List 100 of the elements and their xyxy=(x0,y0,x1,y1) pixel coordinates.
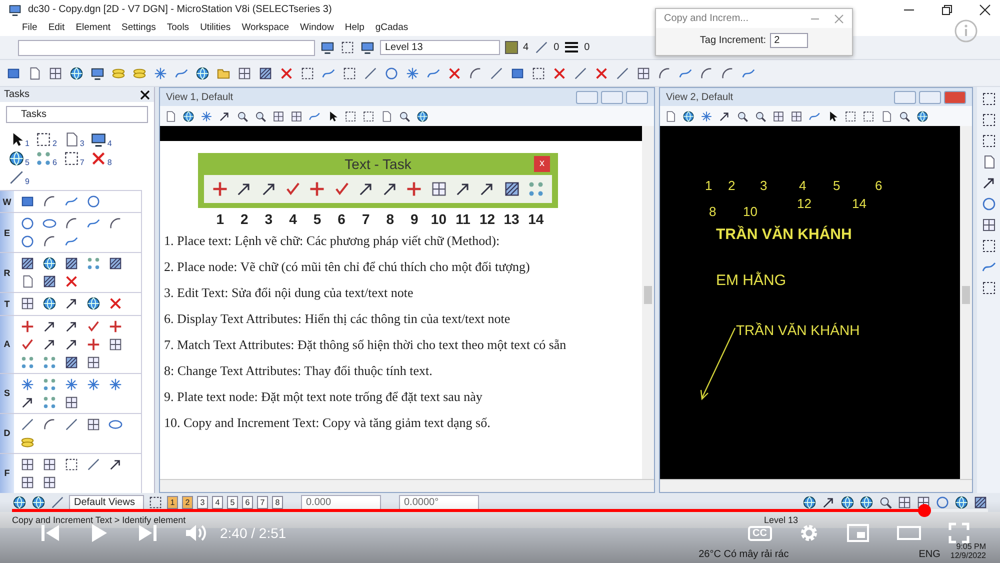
group-tab[interactable]: F xyxy=(0,454,14,493)
group-tab[interactable]: R xyxy=(0,253,14,292)
arrow-icon[interactable] xyxy=(718,110,731,123)
monitor-icon[interactable] xyxy=(90,66,105,81)
globe-icon[interactable] xyxy=(416,110,429,123)
group-tab[interactable]: S xyxy=(0,374,14,413)
color-swatch[interactable] xyxy=(505,41,518,54)
close-icon[interactable] xyxy=(978,2,992,17)
selection-icon[interactable] xyxy=(64,456,79,472)
globe-icon[interactable] xyxy=(954,495,969,510)
magnifier-icon[interactable] xyxy=(878,495,893,510)
scrollbar[interactable] xyxy=(960,126,972,479)
view-toggle[interactable]: 5 xyxy=(227,496,238,510)
grid-icon[interactable] xyxy=(20,456,35,472)
command-field[interactable] xyxy=(18,40,315,56)
cross-icon[interactable] xyxy=(279,66,294,81)
globe-icon[interactable] xyxy=(859,495,874,510)
grid-icon[interactable] xyxy=(86,354,101,370)
magnifier-icon[interactable] xyxy=(736,110,749,123)
view-toggle[interactable]: 7 xyxy=(257,496,268,510)
views-dropdown[interactable]: Default Views xyxy=(69,495,144,510)
group-tab[interactable]: W xyxy=(0,191,14,212)
globe-icon[interactable] xyxy=(31,495,46,510)
grid-icon[interactable] xyxy=(48,66,63,81)
monitor-icon[interactable] xyxy=(320,40,335,56)
dots-icon[interactable] xyxy=(20,354,35,370)
circle-icon[interactable] xyxy=(20,234,35,250)
page-icon[interactable] xyxy=(164,110,177,123)
page-icon[interactable] xyxy=(380,110,393,123)
line-icon[interactable] xyxy=(50,495,65,510)
cross-icon[interactable] xyxy=(447,66,462,81)
close-icon[interactable] xyxy=(140,90,150,100)
arrow-icon[interactable] xyxy=(821,495,836,510)
dots-icon[interactable] xyxy=(35,150,52,168)
star-icon[interactable] xyxy=(405,66,420,81)
circle-icon[interactable] xyxy=(384,66,399,81)
scrollbar[interactable] xyxy=(642,126,654,479)
selection-icon[interactable] xyxy=(62,150,80,168)
view-toggle[interactable]: 1 xyxy=(167,496,178,510)
menu-item[interactable]: Settings xyxy=(122,22,156,34)
line-icon[interactable] xyxy=(573,66,588,81)
selection-icon[interactable] xyxy=(300,66,315,81)
hatch-icon[interactable] xyxy=(20,256,35,272)
selection-icon[interactable] xyxy=(35,131,52,148)
grid-icon[interactable] xyxy=(20,474,35,490)
selection-icon[interactable] xyxy=(980,280,996,296)
selection-icon[interactable] xyxy=(862,110,875,123)
line-icon[interactable] xyxy=(20,416,35,432)
grid-icon[interactable] xyxy=(636,66,651,81)
globe-icon[interactable] xyxy=(182,110,195,123)
view-toggle[interactable]: 8 xyxy=(272,496,283,510)
globe-icon[interactable] xyxy=(8,150,25,168)
line-icon[interactable] xyxy=(534,40,549,56)
increment-field[interactable]: 2 xyxy=(770,33,808,48)
hatch-icon[interactable] xyxy=(108,256,123,272)
plus-icon[interactable] xyxy=(108,318,123,334)
menu-item[interactable]: Element xyxy=(76,22,111,34)
circle-icon[interactable] xyxy=(86,194,101,210)
scrollbar-thumb[interactable] xyxy=(644,286,652,304)
close-button[interactable] xyxy=(944,90,966,104)
grid-icon[interactable] xyxy=(237,66,252,81)
menu-item[interactable]: Window xyxy=(300,22,334,34)
cross-icon[interactable] xyxy=(64,274,79,290)
selection-icon[interactable] xyxy=(342,66,357,81)
angle-field[interactable]: 0.0000° xyxy=(399,495,479,510)
dots-icon[interactable] xyxy=(86,256,101,272)
clock-date[interactable]: 12/9/2022 xyxy=(950,551,986,560)
arc-icon[interactable] xyxy=(42,234,57,250)
globe-icon[interactable] xyxy=(12,495,27,510)
hatch-icon[interactable] xyxy=(64,256,79,272)
star-icon[interactable] xyxy=(700,110,713,123)
dots-icon[interactable] xyxy=(42,376,57,392)
magnifier-icon[interactable] xyxy=(236,110,249,123)
selection-icon[interactable] xyxy=(344,110,357,123)
selection-icon[interactable] xyxy=(980,91,996,108)
hatch-icon[interactable] xyxy=(42,274,57,290)
scrollbar-thumb[interactable] xyxy=(962,286,970,304)
menu-item[interactable]: Utilities xyxy=(200,22,231,34)
group-tab[interactable]: E xyxy=(0,213,14,252)
arc-icon[interactable] xyxy=(64,216,79,232)
star-icon[interactable] xyxy=(64,376,79,392)
view-toggle[interactable]: 3 xyxy=(197,496,208,510)
tasks-dropdown[interactable]: Tasks xyxy=(6,106,148,124)
arc-icon[interactable] xyxy=(42,416,57,432)
view-toggle[interactable]: 6 xyxy=(242,496,253,510)
line-icon[interactable] xyxy=(86,456,101,472)
monitor-icon[interactable] xyxy=(8,2,22,17)
arrow-icon[interactable] xyxy=(64,296,79,312)
plus-icon[interactable] xyxy=(86,336,101,352)
selection-icon[interactable] xyxy=(340,40,355,56)
selection-icon[interactable] xyxy=(844,110,857,123)
grid-icon[interactable] xyxy=(290,110,303,123)
grid-icon[interactable] xyxy=(790,110,803,123)
hatch-icon[interactable] xyxy=(64,354,79,370)
globe-icon[interactable] xyxy=(42,296,57,312)
monitor-icon[interactable] xyxy=(360,40,375,56)
weight-value[interactable]: 0 xyxy=(584,42,590,54)
line-icon[interactable] xyxy=(615,66,630,81)
hatch-icon[interactable] xyxy=(258,66,273,81)
grid-icon[interactable] xyxy=(86,416,101,432)
